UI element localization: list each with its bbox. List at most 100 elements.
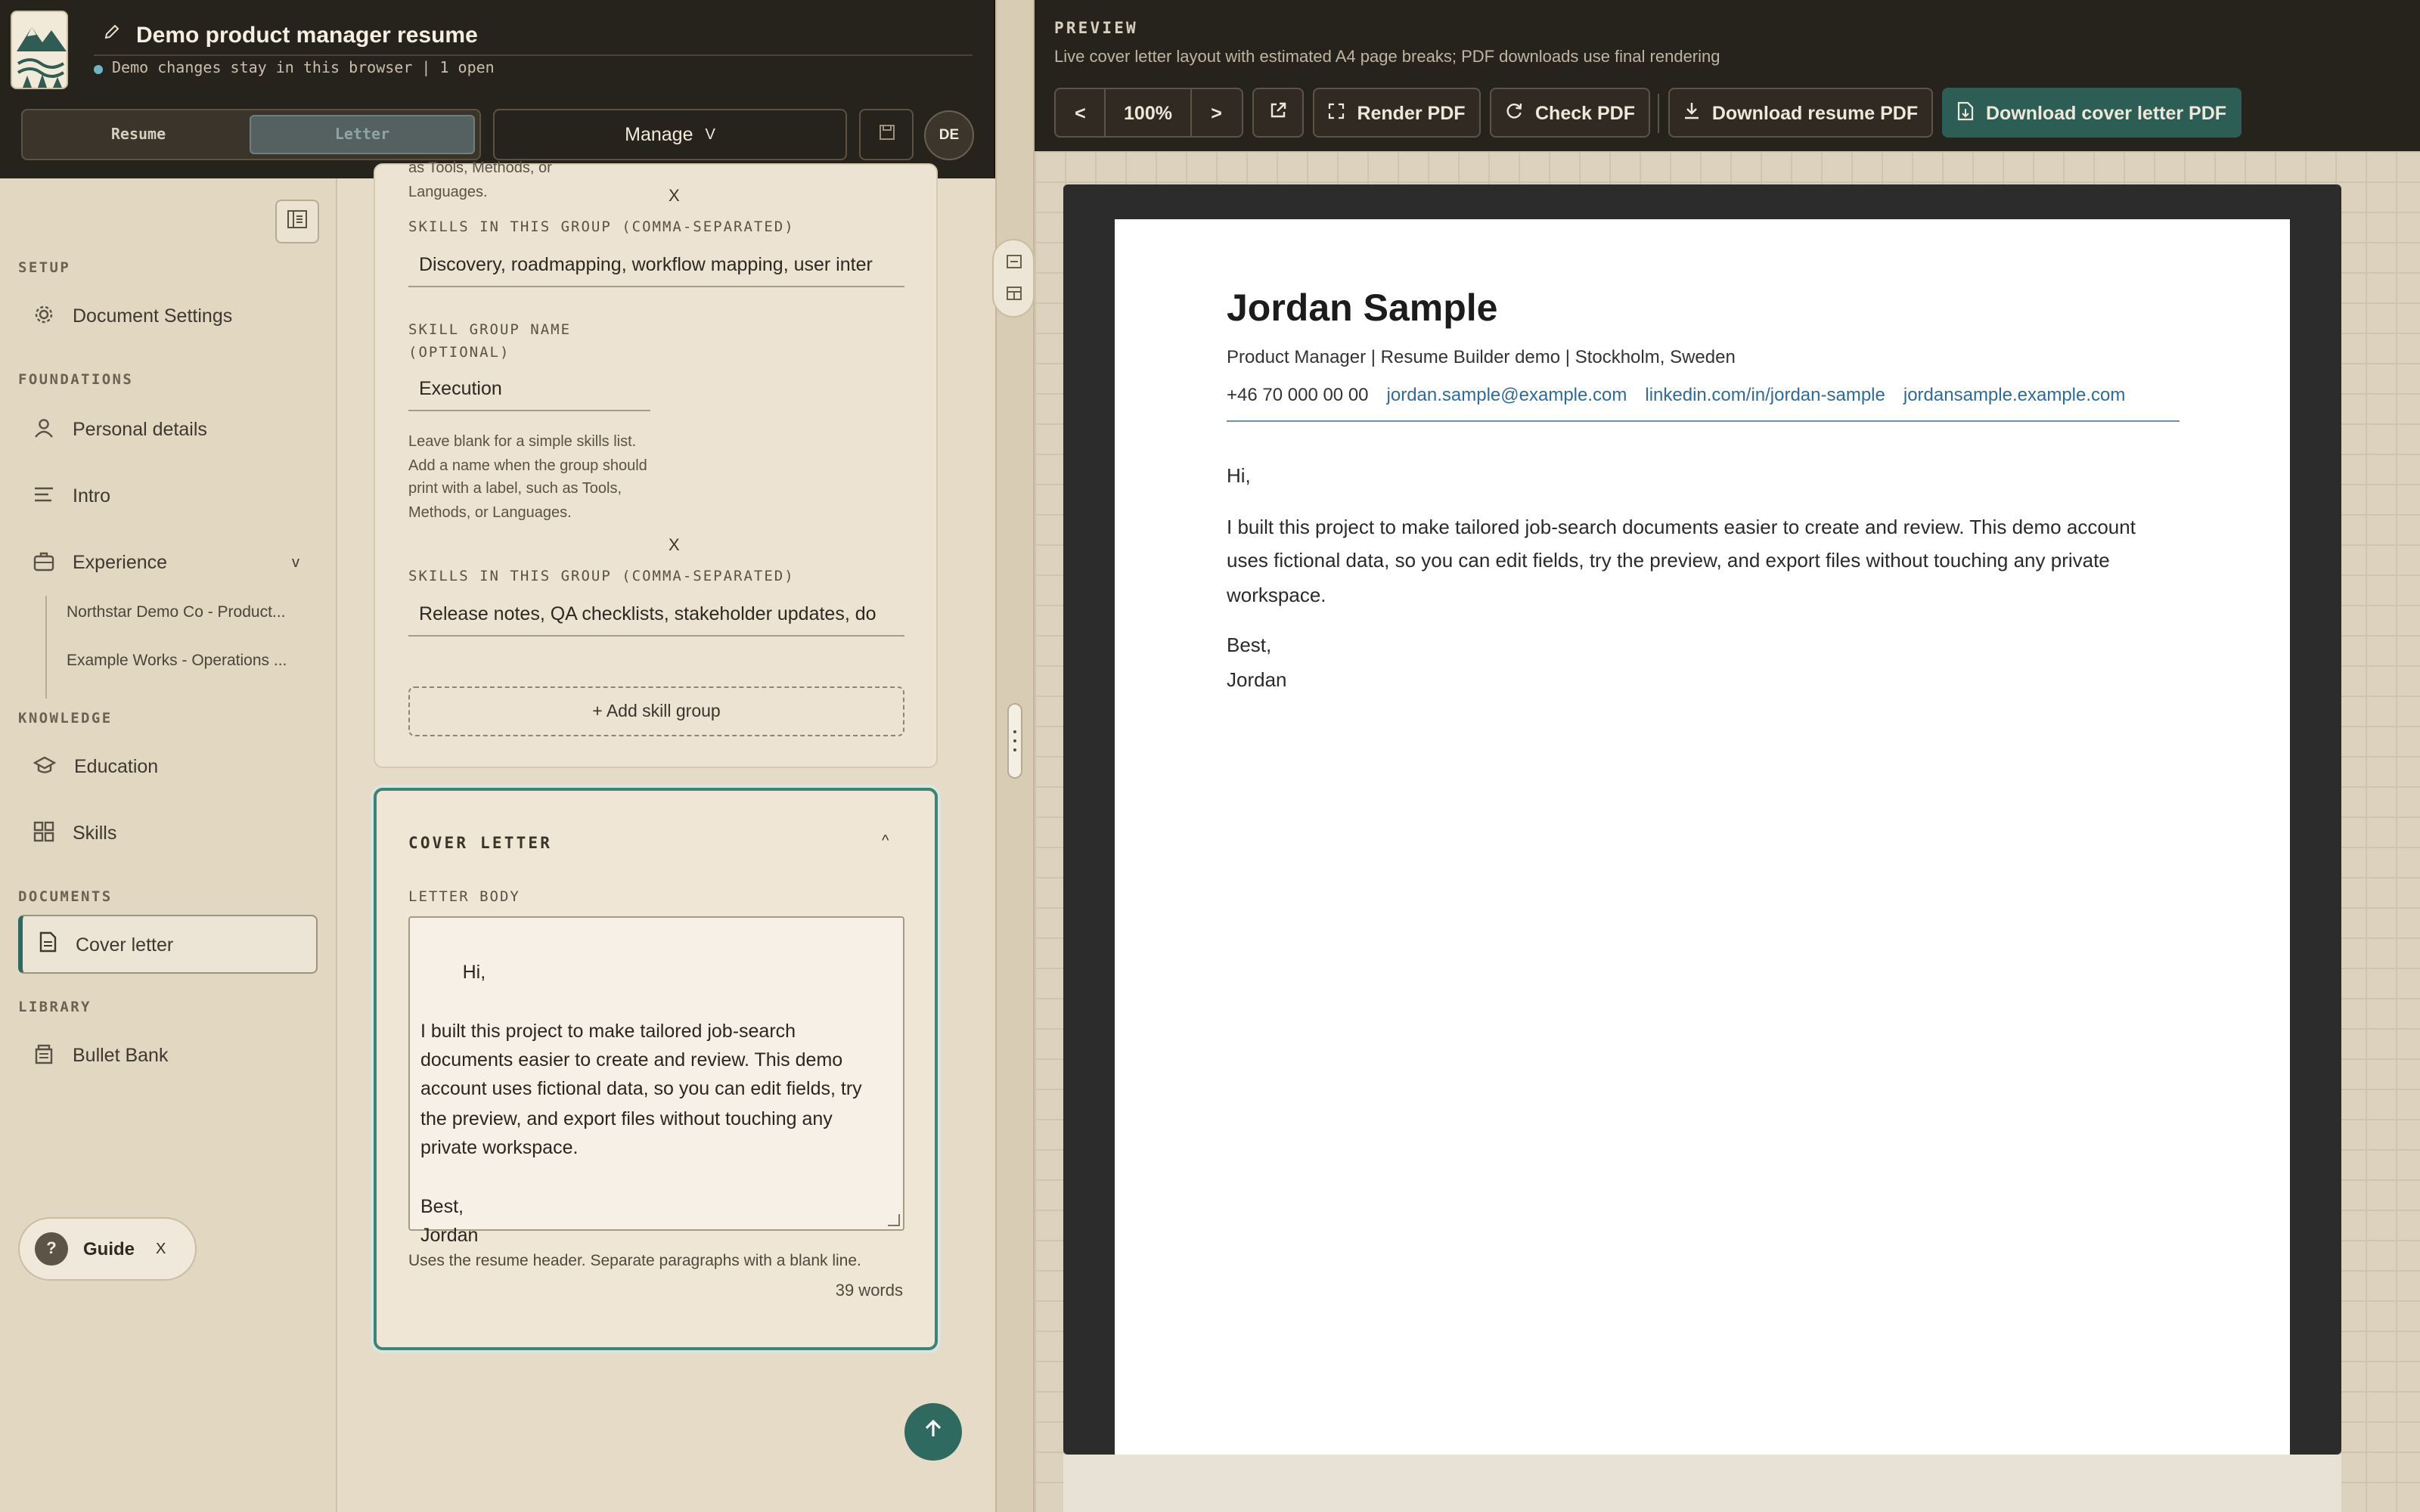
chevron-down-icon: v	[292, 554, 299, 571]
refresh-icon	[1505, 101, 1523, 124]
pane-splitter[interactable]	[992, 0, 1035, 1512]
editor-column: as Tools, Methods, or Languages. X SKILL…	[337, 160, 995, 1512]
skills-card: as Tools, Methods, or Languages. X SKILL…	[374, 160, 938, 768]
chevron-up-icon[interactable]: ^	[882, 833, 889, 850]
render-pdf-button[interactable]: Render PDF	[1313, 88, 1481, 138]
cover-letter-card: COVER LETTER ^ LETTER BODY Hi, I built t…	[374, 788, 938, 1350]
user-icon	[33, 417, 54, 442]
briefcase-icon	[33, 550, 54, 575]
check-pdf-label: Check PDF	[1535, 102, 1635, 123]
save-button[interactable]	[859, 109, 914, 160]
tab-resume[interactable]: Resume	[27, 115, 250, 154]
download-cover-letter-button[interactable]: Download cover letter PDF	[1942, 88, 2242, 138]
tab-letter[interactable]: Letter	[250, 115, 475, 154]
letter-body-help: Uses the resume header. Separate paragra…	[408, 1252, 861, 1270]
skills-input[interactable]: Discovery, roadmapping, workflow mapping…	[408, 242, 904, 287]
letter-closing-line: Best,	[1227, 634, 1272, 656]
word-count: 39 words	[835, 1282, 903, 1300]
drag-handle-icon[interactable]	[1007, 703, 1022, 779]
title-divider	[94, 54, 973, 56]
letter-contact: +46 70 000 00 00 jordan.sample@example.c…	[1227, 384, 2125, 405]
close-icon[interactable]: X	[156, 1241, 166, 1257]
preview-header: PREVIEW Live cover letter layout with es…	[1035, 0, 2420, 151]
letter-website-link[interactable]: jordansample.example.com	[1903, 384, 2126, 405]
help-icon: ?	[35, 1232, 68, 1266]
external-link-icon	[1269, 101, 1287, 124]
letter-body-textarea[interactable]: Hi, I built this project to make tailore…	[408, 916, 904, 1246]
collapse-sidebar-button[interactable]	[275, 200, 319, 243]
sidebar-item-label: Document Settings	[73, 305, 233, 327]
skill-group-name-input[interactable]: Execution	[408, 366, 650, 411]
zoom-level[interactable]: 100%	[1106, 89, 1192, 136]
section-foundations: FOUNDATIONS	[18, 372, 134, 389]
sidebar-item-intro[interactable]: Intro	[18, 467, 318, 525]
experience-subitem[interactable]: Northstar Demo Co - Product...	[67, 603, 309, 621]
document-download-icon	[1957, 101, 1974, 125]
skill-group-help-text: as Tools, Methods, or Languages.	[408, 160, 552, 200]
open-external-button[interactable]	[1252, 88, 1304, 138]
skill-group-help-text: Leave blank for a simple skills list. Ad…	[408, 434, 647, 521]
grid-icon	[33, 820, 54, 846]
sidebar-item-personal-details[interactable]: Personal details	[18, 401, 318, 458]
letter-body-label: LETTER BODY	[408, 889, 520, 906]
graduation-cap-icon	[33, 754, 57, 779]
guide-pill[interactable]: ? Guide X	[18, 1217, 197, 1281]
letter-body: Hi, I built this project to make tailore…	[1227, 443, 2180, 697]
chevron-down-icon: V	[705, 126, 715, 143]
sidebar-item-label: Bullet Bank	[73, 1045, 169, 1066]
preview-tools	[992, 239, 1035, 318]
sidebar-item-label: Intro	[73, 485, 111, 507]
sidebar-item-bullet-bank[interactable]: Bullet Bank	[18, 1027, 318, 1084]
letter-name: Jordan Sample	[1227, 287, 1498, 330]
app-logo[interactable]	[11, 11, 68, 89]
guide-label: Guide	[83, 1238, 135, 1259]
letter-linkedin-link[interactable]: linkedin.com/in/jordan-sample	[1645, 384, 1885, 405]
status-line: Demo changes stay in this browser | 1 op…	[94, 60, 495, 77]
sidebar-item-skills[interactable]: Skills	[18, 804, 318, 862]
document-title[interactable]: Demo product manager resume	[136, 22, 478, 48]
skills-input[interactable]: Release notes, QA checklists, stakeholde…	[408, 591, 904, 637]
next-page-button[interactable]: >	[1191, 89, 1242, 136]
manage-label: Manage	[625, 124, 693, 145]
scroll-to-top-button[interactable]	[904, 1403, 962, 1461]
preview-eyebrow: PREVIEW	[1054, 20, 1138, 38]
document-type-toggle: Resume Letter	[21, 109, 481, 160]
sidebar-item-label: Cover letter	[76, 934, 174, 955]
fit-width-icon[interactable]	[1005, 249, 1022, 276]
resize-handle-icon[interactable]	[888, 1214, 900, 1226]
render-pdf-label: Render PDF	[1357, 102, 1466, 123]
pencil-icon[interactable]	[103, 21, 121, 48]
preview-subtitle: Live cover letter layout with estimated …	[1054, 48, 1720, 67]
experience-tree-line	[45, 596, 47, 699]
letter-header-rule	[1227, 420, 2180, 422]
remove-skill-group-button[interactable]: X	[669, 187, 680, 206]
skills-field-label: SKILLS IN THIS GROUP (COMMA-SEPARATED)	[408, 219, 795, 236]
section-setup: SETUP	[18, 260, 71, 277]
add-skill-group-button[interactable]: + Add skill group	[408, 686, 904, 736]
toolbar-divider	[1658, 94, 1659, 133]
sidebar-item-experience[interactable]: Experience v	[18, 534, 318, 591]
check-pdf-button[interactable]: Check PDF	[1490, 88, 1650, 138]
sidebar-item-education[interactable]: Education	[18, 738, 318, 795]
sidebar-item-label: Experience	[73, 552, 168, 573]
sidebar-item-document-settings[interactable]: Document Settings	[18, 287, 318, 345]
archive-icon	[33, 1043, 54, 1068]
avatar[interactable]: DE	[924, 110, 974, 160]
document-icon	[38, 931, 57, 957]
sidebar: SETUP Document Settings FOUNDATIONS Pers…	[0, 178, 337, 1512]
experience-subitem[interactable]: Example Works - Operations ...	[67, 652, 309, 670]
section-documents: DOCUMENTS	[18, 889, 113, 906]
remove-skill-group-button[interactable]: X	[669, 537, 680, 555]
cover-letter-title: COVER LETTER	[408, 835, 553, 853]
top-bar: Demo product manager resume Demo changes…	[0, 0, 995, 178]
page-frame: Jordan Sample Product Manager | Resume B…	[1063, 184, 2341, 1455]
manage-dropdown[interactable]: Manage V	[493, 109, 847, 160]
sidebar-item-cover-letter[interactable]: Cover letter	[18, 915, 318, 974]
preview-pane: PREVIEW Live cover letter layout with es…	[1035, 0, 2420, 1512]
render-icon	[1328, 102, 1345, 123]
prev-page-button[interactable]: <	[1056, 89, 1106, 136]
download-resume-button[interactable]: Download resume PDF	[1668, 88, 1933, 138]
layout-icon[interactable]	[1005, 280, 1022, 308]
letter-email-link[interactable]: jordan.sample@example.com	[1387, 384, 1627, 405]
download-icon	[1683, 101, 1700, 124]
